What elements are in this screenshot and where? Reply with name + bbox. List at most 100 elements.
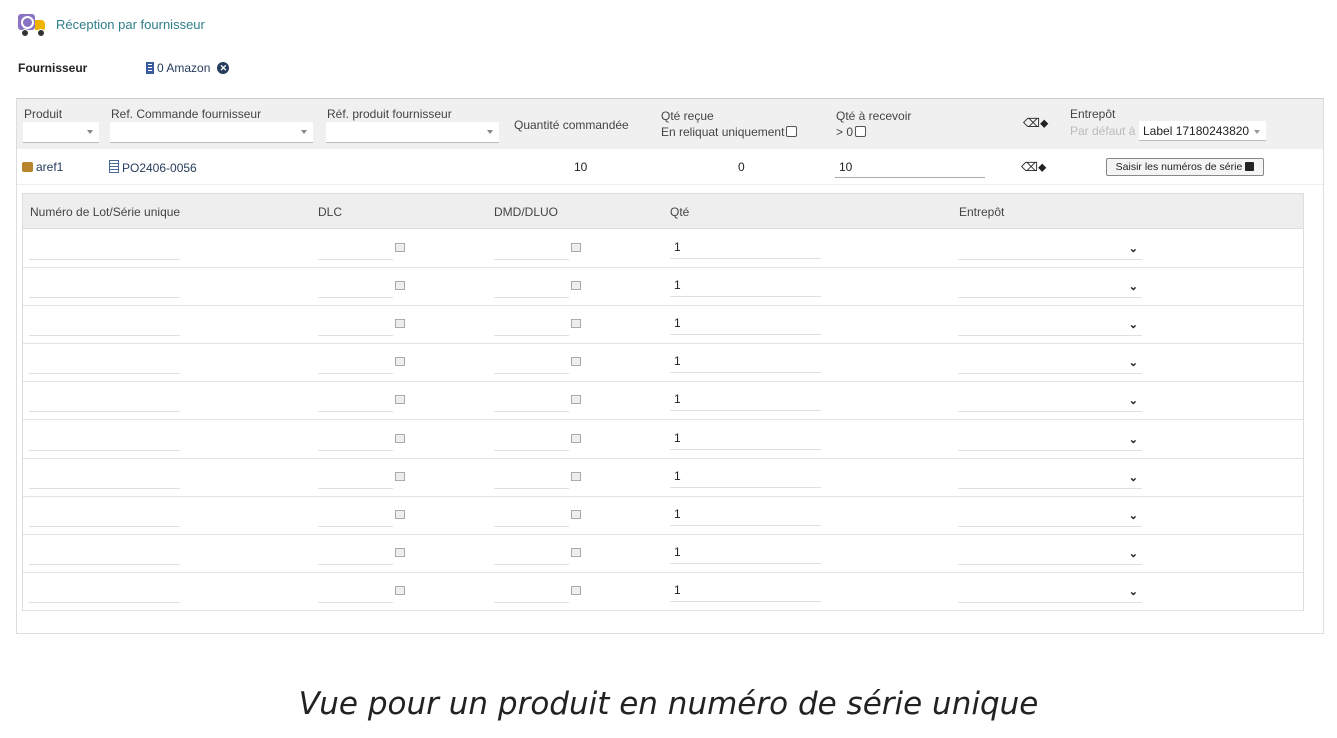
lot-serial-input[interactable]: [29, 235, 180, 260]
clear-filters-icon[interactable]: ⌫⬥: [1023, 116, 1048, 131]
dmd-date-input[interactable]: [494, 464, 569, 489]
dlc-date-input[interactable]: [318, 464, 393, 489]
qty-input[interactable]: 1: [670, 426, 821, 450]
calendar-icon[interactable]: [395, 395, 405, 405]
qty-input[interactable]: 1: [670, 464, 821, 488]
lot-serial-input[interactable]: [29, 540, 180, 565]
warehouse-select[interactable]: ⌄: [958, 235, 1142, 260]
product-filter-select[interactable]: [23, 122, 99, 143]
default-warehouse-label: Par défaut à: [1070, 124, 1136, 138]
warehouse-label: Entrepôt: [1070, 107, 1116, 121]
table-row: 1 ⌄: [23, 572, 1303, 611]
qty-to-receive-input[interactable]: 10: [835, 156, 985, 178]
gt-zero-label: > 0: [836, 125, 854, 139]
product-link[interactable]: aref1: [22, 160, 63, 174]
dlc-date-input[interactable]: [318, 311, 393, 337]
warehouse-select[interactable]: ⌄: [958, 311, 1142, 337]
dmd-date-input[interactable]: [494, 311, 569, 337]
calendar-icon[interactable]: [395, 585, 405, 595]
calendar-icon[interactable]: [571, 547, 581, 557]
table-row: 1 ⌄: [23, 420, 1303, 459]
calendar-icon[interactable]: [571, 319, 581, 329]
calendar-icon[interactable]: [395, 319, 405, 329]
warehouse-select[interactable]: ⌄: [958, 273, 1142, 299]
calendar-icon[interactable]: [571, 357, 581, 367]
dlc-date-input[interactable]: [318, 349, 393, 375]
default-warehouse-select[interactable]: Label 17180243820: [1139, 121, 1266, 141]
warehouse-select[interactable]: ⌄: [958, 426, 1142, 451]
calendar-icon[interactable]: [395, 509, 405, 519]
remove-supplier-icon[interactable]: ✕: [217, 62, 230, 74]
calendar-icon[interactable]: [571, 395, 581, 405]
dlc-date-input[interactable]: [318, 540, 393, 565]
dmd-date-input[interactable]: [494, 387, 569, 413]
calendar-icon[interactable]: [395, 357, 405, 367]
lot-serial-input[interactable]: [29, 578, 180, 603]
calendar-icon[interactable]: [395, 433, 405, 443]
chevron-down-icon: ⌄: [1128, 243, 1138, 255]
lot-serial-input[interactable]: [29, 464, 180, 489]
qty-input[interactable]: 1: [670, 540, 821, 564]
dlc-date-input[interactable]: [318, 387, 393, 413]
backorder-only-checkbox[interactable]: [786, 126, 798, 137]
dmd-date-input[interactable]: [494, 235, 569, 260]
qty-received-label: Qté reçue: [661, 109, 714, 123]
row-clear-icon[interactable]: ⌫⬥: [1021, 160, 1046, 175]
dmd-date-input[interactable]: [494, 578, 569, 603]
enter-serial-numbers-button[interactable]: Saisir les numéros de série: [1106, 158, 1264, 176]
calendar-icon[interactable]: [571, 433, 581, 443]
lot-serial-input[interactable]: [29, 349, 180, 375]
dmd-date-input[interactable]: [494, 426, 569, 451]
calendar-icon[interactable]: [571, 243, 581, 252]
product-box-icon: [22, 162, 33, 172]
qty-input[interactable]: 1: [670, 311, 821, 336]
supplier-name-link[interactable]: 0 Amazon: [157, 61, 210, 75]
lot-serial-input[interactable]: [29, 426, 180, 451]
warehouse-select[interactable]: ⌄: [958, 578, 1142, 603]
order-ref-link[interactable]: PO2406-0056: [109, 160, 197, 175]
table-row: 1 ⌄: [23, 458, 1303, 497]
gt-zero-checkbox[interactable]: [855, 126, 867, 137]
lot-serial-input[interactable]: [29, 502, 180, 527]
warehouse-select[interactable]: ⌄: [958, 464, 1142, 489]
supplier-product-ref-select[interactable]: [326, 122, 499, 143]
dmd-date-input[interactable]: [494, 540, 569, 565]
dmd-date-input[interactable]: [494, 349, 569, 375]
warehouse-select[interactable]: ⌄: [958, 502, 1142, 527]
chevron-down-icon: ⌄: [1128, 395, 1138, 408]
chevron-down-icon: ⌄: [1128, 585, 1138, 598]
dlc-date-input[interactable]: [318, 273, 393, 299]
warehouse-select[interactable]: ⌄: [958, 540, 1142, 565]
supplier-order-ref-select[interactable]: [110, 122, 313, 143]
dlc-date-input[interactable]: [318, 502, 393, 527]
calendar-icon[interactable]: [395, 471, 405, 481]
qty-input[interactable]: 1: [670, 578, 821, 602]
edit-icon: [1245, 162, 1255, 171]
qty-input[interactable]: 1: [670, 349, 821, 374]
calendar-icon[interactable]: [395, 547, 405, 557]
table-row: 1 ⌄: [23, 343, 1303, 383]
qty-input[interactable]: 1: [670, 387, 821, 412]
dlc-date-input[interactable]: [318, 578, 393, 603]
calendar-icon[interactable]: [395, 281, 405, 291]
qty-input[interactable]: 1: [670, 502, 821, 526]
filter-header: Produit Ref. Commande fournisseur Réf. p…: [17, 98, 1323, 149]
calendar-icon[interactable]: [571, 471, 581, 481]
calendar-icon[interactable]: [395, 243, 405, 252]
calendar-icon[interactable]: [571, 281, 581, 291]
qty-input[interactable]: 1: [670, 273, 821, 298]
supplier-order-ref-label: Ref. Commande fournisseur: [111, 107, 262, 121]
lot-serial-input[interactable]: [29, 273, 180, 299]
dlc-date-input[interactable]: [318, 235, 393, 260]
lot-serial-input[interactable]: [29, 387, 180, 413]
dlc-date-input[interactable]: [318, 426, 393, 451]
dmd-date-input[interactable]: [494, 273, 569, 299]
dmd-date-input[interactable]: [494, 502, 569, 527]
calendar-icon[interactable]: [571, 509, 581, 519]
calendar-icon[interactable]: [571, 585, 581, 595]
warehouse-select[interactable]: ⌄: [958, 349, 1142, 375]
warehouse-select[interactable]: ⌄: [958, 387, 1142, 413]
default-warehouse-value: Label 17180243820: [1143, 124, 1250, 138]
qty-input[interactable]: 1: [670, 235, 821, 259]
lot-serial-input[interactable]: [29, 311, 180, 337]
